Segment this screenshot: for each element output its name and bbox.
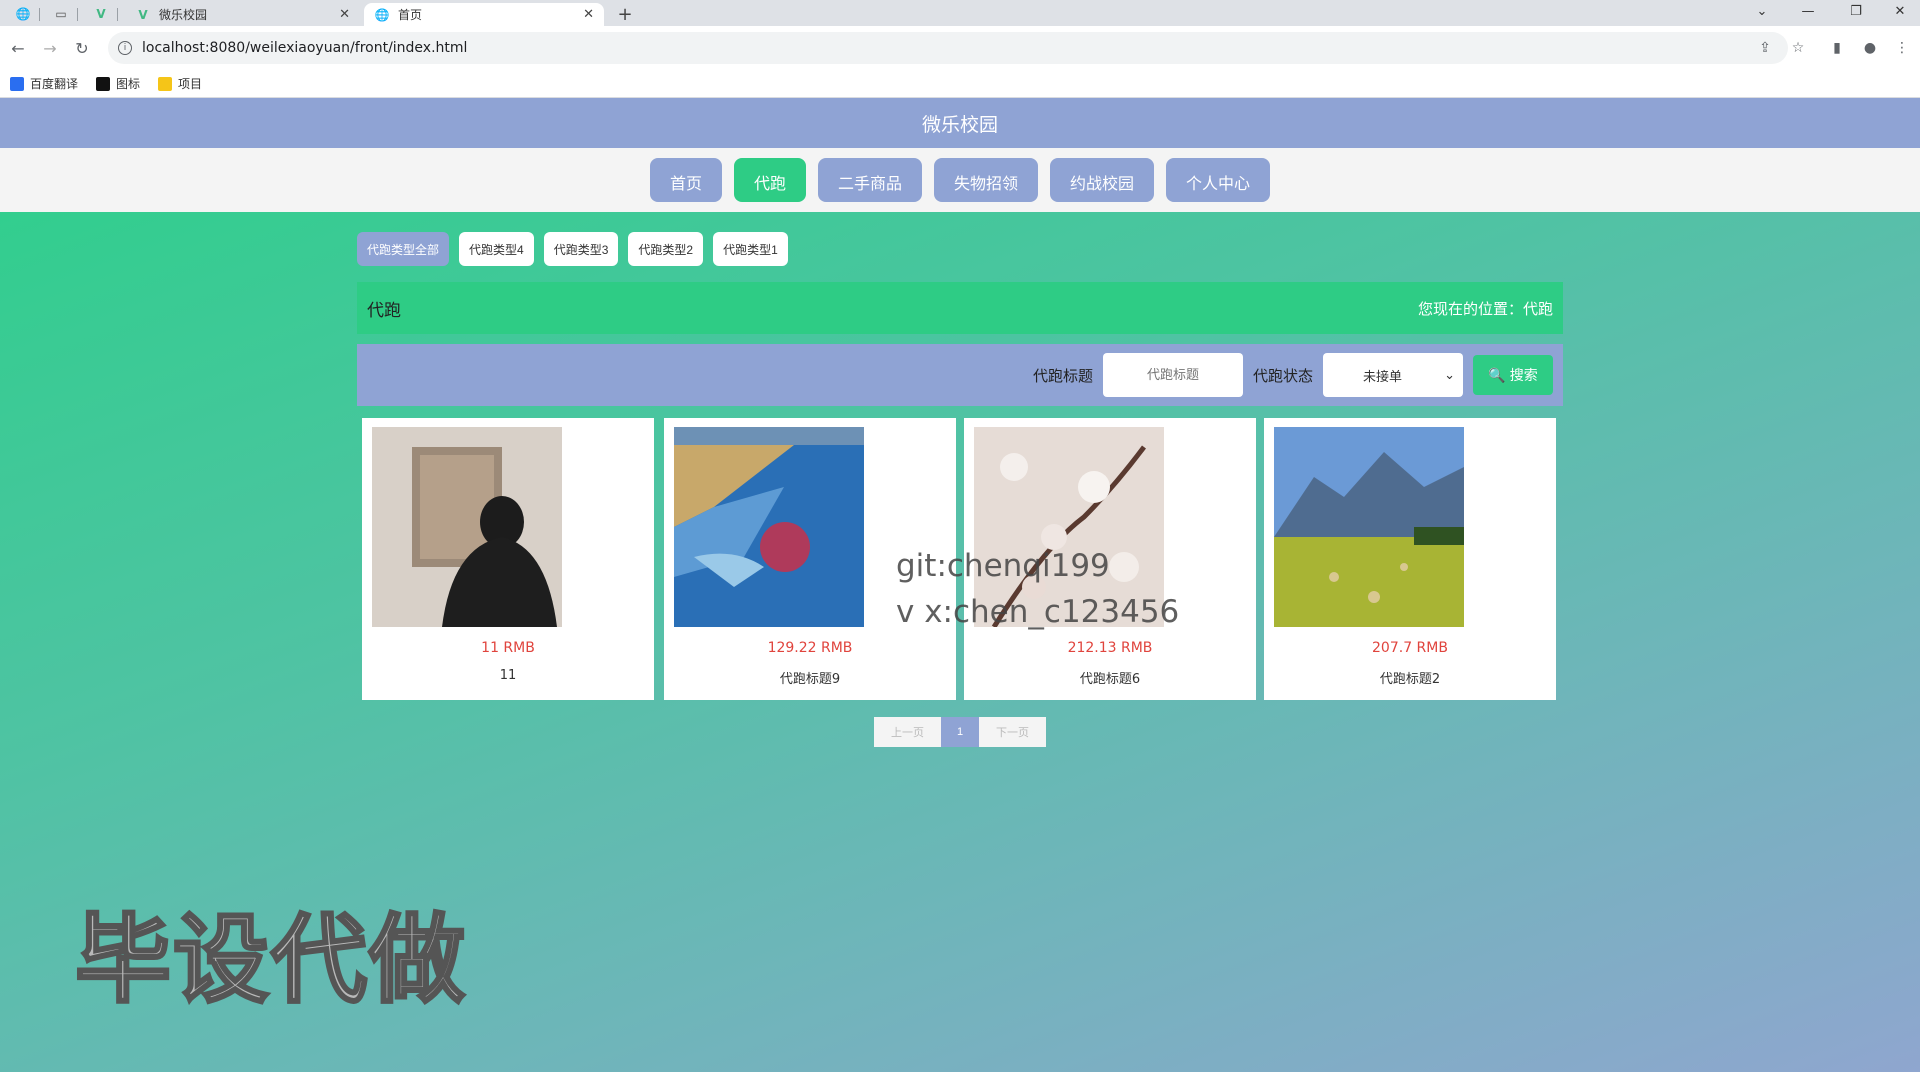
browser-tab-inactive[interactable]: V 微乐校园 ✕ <box>125 3 360 26</box>
pagination: 上一页 1 下一页 <box>874 717 1046 747</box>
section-heading: 代跑 <box>367 300 401 321</box>
restore-button[interactable]: ❐ <box>1836 0 1876 22</box>
bookmark-item[interactable]: 百度翻译 <box>10 75 78 92</box>
browser-tab-bar: 🌐 ▭ V V 微乐校园 ✕ 🌐 首页 ✕ + ⌄ — ❐ ✕ <box>0 0 1920 26</box>
nav-campus-match[interactable]: 约战校园 <box>1050 158 1154 202</box>
type-filter-2[interactable]: 代跑类型2 <box>628 232 704 266</box>
tab-title: 首页 <box>398 8 423 22</box>
page-number[interactable]: 1 <box>941 717 979 747</box>
ad-overlay-text: 毕设代做 <box>74 903 467 1018</box>
close-icon[interactable]: ✕ <box>339 7 350 22</box>
item-price: 129.22 RMB <box>767 640 853 656</box>
new-tab-button[interactable]: + <box>614 3 636 25</box>
bookmark-label: 图标 <box>116 77 141 91</box>
status-label: 代跑状态 <box>1252 366 1313 385</box>
title-label: 代跑标题 <box>1032 366 1093 385</box>
watermark-text: git:chenqi199 v x:chen_c123456 <box>896 543 1179 635</box>
title-search-input[interactable] <box>1102 353 1243 397</box>
nav-errand[interactable]: 代跑 <box>734 158 806 202</box>
tab-search-icon[interactable]: ⌄ <box>1742 0 1782 22</box>
nav-profile[interactable]: 个人中心 <box>1166 158 1270 202</box>
bookmark-item[interactable]: 图标 <box>96 75 140 92</box>
type-filter-4[interactable]: 代跑类型4 <box>459 232 534 266</box>
back-icon[interactable]: ← <box>6 36 30 60</box>
type-filter: 代跑类型全部 代跑类型4 代跑类型3 代跑类型2 代跑类型1 <box>357 232 1563 266</box>
item-title[interactable]: 代跑标题2 <box>1264 668 1556 687</box>
item-card[interactable]: 11 RMB 11 <box>362 418 654 700</box>
nav-secondhand[interactable]: 二手商品 <box>818 158 922 202</box>
search-button[interactable]: 🔍 搜索 <box>1473 355 1553 395</box>
nav-home[interactable]: 首页 <box>650 158 722 202</box>
close-icon[interactable]: ✕ <box>583 7 594 22</box>
reload-icon[interactable]: ↻ <box>70 36 94 60</box>
type-filter-3[interactable]: 代跑类型3 <box>543 232 619 266</box>
blank-tab-icon[interactable]: ▭ <box>44 3 78 25</box>
url-text[interactable]: localhost:8080/weilexiaoyuan/front/index… <box>142 40 467 56</box>
vue-icon: V <box>138 7 148 22</box>
bookmark-label: 项目 <box>178 77 203 91</box>
page-background: 微乐校园 首页 代跑 二手商品 失物招领 约战校园 个人中心 代跑类型全部 代跑… <box>0 98 1920 1072</box>
forward-icon[interactable]: → <box>38 36 62 60</box>
bookmarks-bar: 百度翻译 图标 项目 <box>0 70 1920 98</box>
item-title[interactable]: 11 <box>362 668 654 683</box>
globe-icon[interactable]: 🌐 <box>6 3 40 25</box>
breadcrumb: 您现在的位置：代跑 <box>1417 299 1553 318</box>
prev-page-button[interactable]: 上一页 <box>874 717 941 747</box>
main-nav: 首页 代跑 二手商品 失物招领 约战校园 个人中心 <box>0 148 1920 212</box>
item-card[interactable]: 207.7 RMB 代跑标题2 <box>1264 418 1556 700</box>
search-button-label: 搜索 <box>1509 367 1538 383</box>
browser-tab-active[interactable]: 🌐 首页 ✕ <box>364 3 604 26</box>
watermark-line: git:chenqi199 <box>896 548 1110 584</box>
minimize-button[interactable]: — <box>1788 0 1828 22</box>
translate-icon <box>10 76 24 91</box>
browser-toolbar: ← → ↻ i localhost:8080/weilexiaoyuan/fro… <box>0 26 1920 70</box>
item-title[interactable]: 代跑标题6 <box>964 668 1256 687</box>
item-image[interactable] <box>372 427 562 627</box>
site-header: 微乐校园 <box>0 98 1920 148</box>
menu-icon[interactable]: ⋮ <box>1892 38 1912 58</box>
share-icon[interactable]: ⇪ <box>1755 38 1775 58</box>
type-filter-all[interactable]: 代跑类型全部 <box>357 232 450 266</box>
folder-icon <box>158 76 173 91</box>
nav-lost-found[interactable]: 失物招领 <box>934 158 1038 202</box>
search-bar: 代跑标题 代跑状态 未接单 ⌄ 🔍 搜索 <box>357 344 1563 406</box>
item-title[interactable]: 代跑标题9 <box>664 668 956 687</box>
mouse-cursor-highlight <box>760 522 810 572</box>
address-bar[interactable]: i localhost:8080/weilexiaoyuan/front/ind… <box>108 32 1788 64</box>
item-image[interactable] <box>1274 427 1464 627</box>
status-select[interactable]: 未接单 ⌄ <box>1323 353 1463 397</box>
star-icon[interactable]: ☆ <box>1788 38 1808 58</box>
tab-title: 微乐校园 <box>159 8 208 22</box>
item-price: 11 RMB <box>481 640 535 656</box>
image-icon <box>96 76 111 91</box>
search-icon: 🔍 <box>1488 366 1506 383</box>
location-bar: 代跑 您现在的位置：代跑 <box>357 282 1563 334</box>
info-icon[interactable]: i <box>118 41 132 55</box>
bookmark-item[interactable]: 项目 <box>158 75 202 92</box>
side-panel-icon[interactable]: ▮ <box>1827 38 1847 58</box>
close-window-button[interactable]: ✕ <box>1880 0 1920 22</box>
vue-icon[interactable]: V <box>84 3 118 25</box>
site-title: 微乐校园 <box>921 113 998 136</box>
status-select-value: 未接单 <box>1363 369 1403 385</box>
profile-icon[interactable]: ● <box>1860 38 1880 58</box>
globe-icon: 🌐 <box>374 7 390 22</box>
item-price: 212.13 RMB <box>1067 640 1153 656</box>
item-price: 207.7 RMB <box>1372 640 1448 656</box>
watermark-line: v x:chen_c123456 <box>896 594 1180 630</box>
chevron-down-icon: ⌄ <box>1444 367 1455 383</box>
bookmark-label: 百度翻译 <box>30 77 79 91</box>
type-filter-1[interactable]: 代跑类型1 <box>713 232 788 266</box>
next-page-button[interactable]: 下一页 <box>979 717 1046 747</box>
main-content: 代跑类型全部 代跑类型4 代跑类型3 代跑类型2 代跑类型1 代跑 您现在的位置… <box>357 232 1563 700</box>
